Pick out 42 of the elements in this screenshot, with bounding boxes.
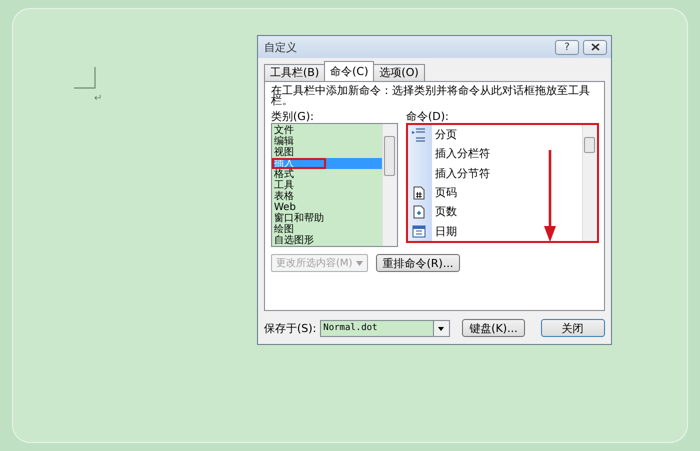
keyboard-button[interactable]: 键盘(K)...: [462, 319, 525, 337]
instruction-text: 在工具栏中添加新命令：选择类别并将命令从此对话框拖放至工具栏。: [271, 86, 591, 106]
category-item[interactable]: Web: [272, 202, 382, 213]
categories-label: 类别(G):: [271, 110, 315, 123]
scrollbar[interactable]: [382, 124, 397, 246]
calendar-icon: [412, 224, 426, 238]
category-item[interactable]: 格式: [272, 169, 382, 180]
highlight-frame: [272, 158, 326, 169]
command-item[interactable]: 页码: [435, 185, 457, 200]
save-in-label: 保存于(S):: [264, 322, 316, 334]
command-item[interactable]: 分页: [435, 127, 457, 142]
dialog-title: 自定义: [264, 40, 298, 54]
page-number-icon: [412, 186, 426, 200]
category-item[interactable]: 表格: [272, 191, 382, 202]
commands-label: 命令(D):: [406, 110, 450, 123]
command-item[interactable]: 插入分栏符: [435, 146, 490, 162]
tab[interactable]: 工具栏(B): [264, 64, 326, 81]
close-icon: [590, 43, 600, 51]
close-button[interactable]: [583, 40, 607, 54]
rearrange-commands-button[interactable]: 重排命令(R)...: [376, 254, 460, 272]
command-item[interactable]: 日期: [435, 224, 457, 239]
close-dialog-button[interactable]: 关闭: [540, 319, 605, 337]
help-button[interactable]: ?: [555, 40, 579, 54]
save-in-dropdown[interactable]: Normal.dot: [320, 320, 450, 336]
category-item[interactable]: 绘图: [272, 224, 382, 235]
category-item[interactable]: 窗口和帮助: [272, 213, 382, 224]
scrollbar[interactable]: [582, 125, 597, 241]
category-item[interactable]: 文件: [272, 125, 382, 136]
commands-list[interactable]: 分页 插入分栏符 插入分节符 页码 页数 日期: [406, 123, 599, 243]
category-item[interactable]: 工具: [272, 180, 382, 191]
category-item[interactable]: 视图: [272, 147, 382, 158]
caret-icon: [356, 261, 363, 266]
paragraph-mark: ↵: [94, 93, 102, 104]
category-item[interactable]: 编辑: [272, 136, 382, 147]
page-count-icon: [412, 204, 426, 219]
category-item[interactable]: 自选图形: [272, 235, 382, 246]
command-item[interactable]: 插入分节符: [435, 166, 490, 181]
command-item[interactable]: 页数: [435, 204, 457, 220]
margin-corner-icon: [74, 67, 96, 89]
tab[interactable]: 选项(O): [373, 64, 425, 81]
tab[interactable]: 命令(C): [324, 61, 374, 81]
page-break-icon: [412, 128, 426, 142]
